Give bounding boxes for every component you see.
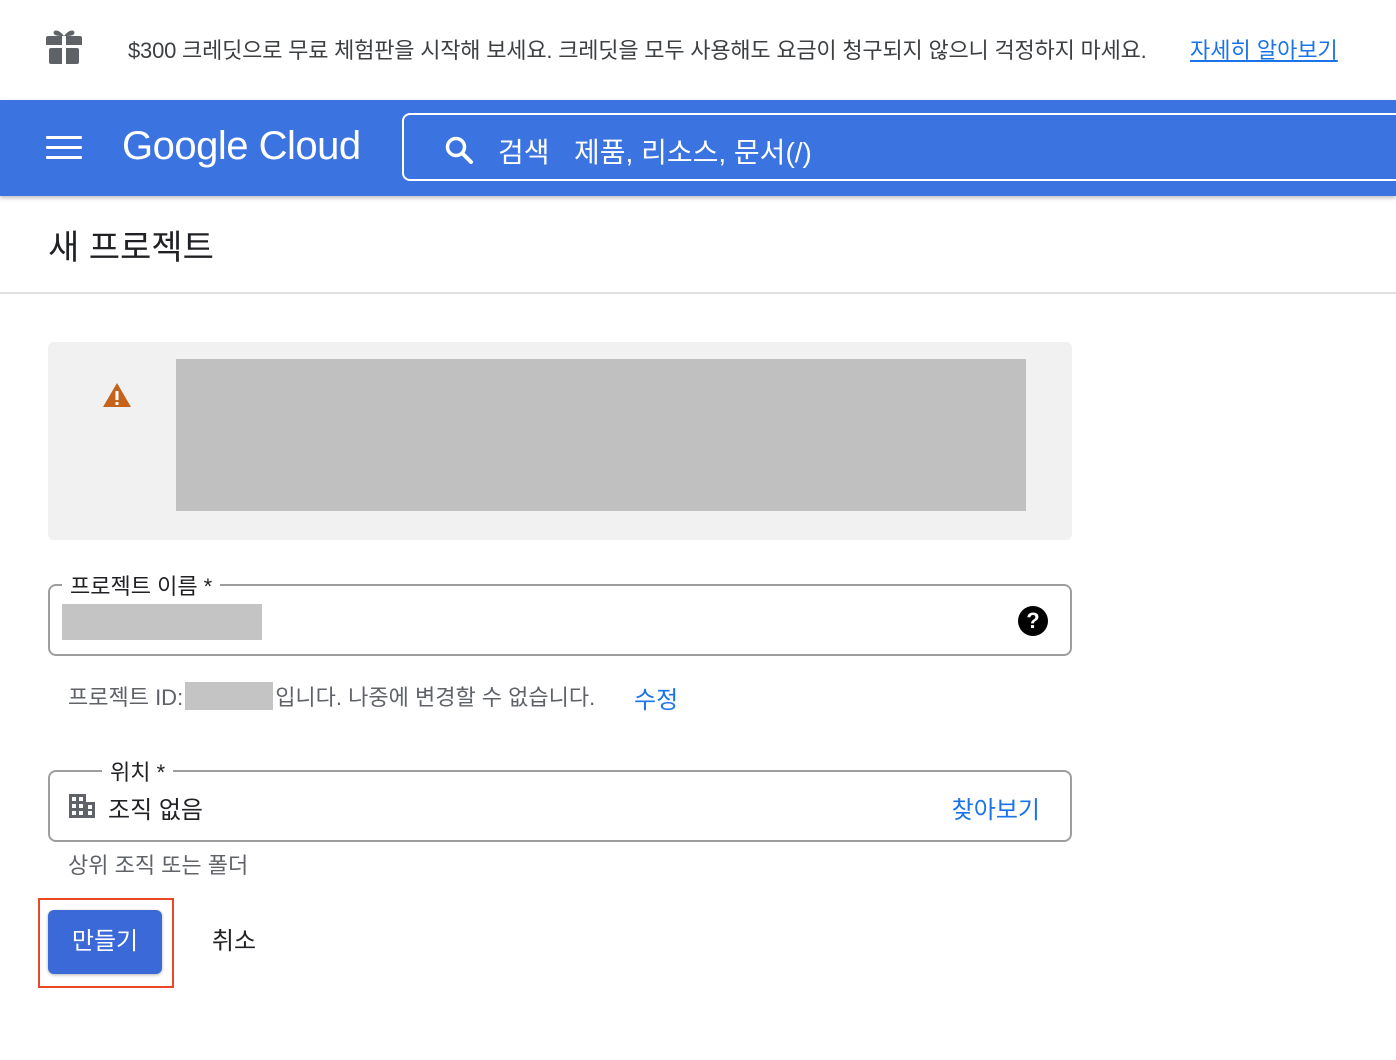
google-cloud-logo[interactable]: Google Cloud: [122, 124, 361, 169]
location-field[interactable]: 위치 * 조직 없음 찾아보기: [48, 755, 1072, 842]
create-button[interactable]: 만들기: [48, 910, 162, 974]
project-id-info: 프로젝트 ID: 입니다. 나중에 변경할 수 없습니다.: [68, 680, 595, 710]
edit-project-id-link[interactable]: 수정: [634, 680, 678, 715]
app-header: Google Cloud 검색 제품, 리소스, 문서(/): [0, 100, 1396, 196]
redacted-warning-text: [176, 359, 1026, 511]
project-name-field[interactable]: 프로젝트 이름 * ?: [48, 569, 1072, 656]
building-icon: [69, 794, 95, 818]
hamburger-menu-icon[interactable]: [46, 136, 82, 160]
project-name-label: 프로젝트 이름 *: [62, 569, 221, 601]
page-title: 새 프로젝트: [48, 229, 214, 267]
redacted-project-name: [62, 604, 262, 640]
help-icon[interactable]: ?: [1018, 606, 1048, 636]
browse-link[interactable]: 찾아보기: [952, 790, 1040, 825]
search-icon: [445, 136, 473, 164]
promo-text: $300 크레딧으로 무료 체험판을 시작해 보세요. 크레딧을 모두 사용해도…: [128, 38, 1147, 63]
search-bar[interactable]: 검색 제품, 리소스, 문서(/): [402, 113, 1396, 181]
location-helper-text: 상위 조직 또는 폴더: [68, 853, 249, 878]
title-divider: [0, 292, 1396, 294]
location-value: 조직 없음: [108, 797, 203, 824]
warning-card: [48, 342, 1072, 540]
cancel-button[interactable]: 취소: [196, 910, 272, 974]
search-label: 검색: [498, 137, 550, 168]
gift-icon: [46, 30, 82, 64]
location-label: 위치 *: [102, 755, 174, 787]
promo-banner: $300 크레딧으로 무료 체험판을 시작해 보세요. 크레딧을 모두 사용해도…: [0, 0, 1396, 98]
search-placeholder: 제품, 리소스, 문서(/): [574, 137, 812, 168]
redacted-project-id: [185, 682, 274, 710]
project-id-prefix: 프로젝트 ID:: [68, 685, 184, 710]
project-id-suffix: 입니다. 나중에 변경할 수 없습니다.: [275, 685, 596, 710]
learn-more-link[interactable]: 자세히 알아보기: [1190, 33, 1338, 65]
warning-icon: [103, 383, 131, 407]
